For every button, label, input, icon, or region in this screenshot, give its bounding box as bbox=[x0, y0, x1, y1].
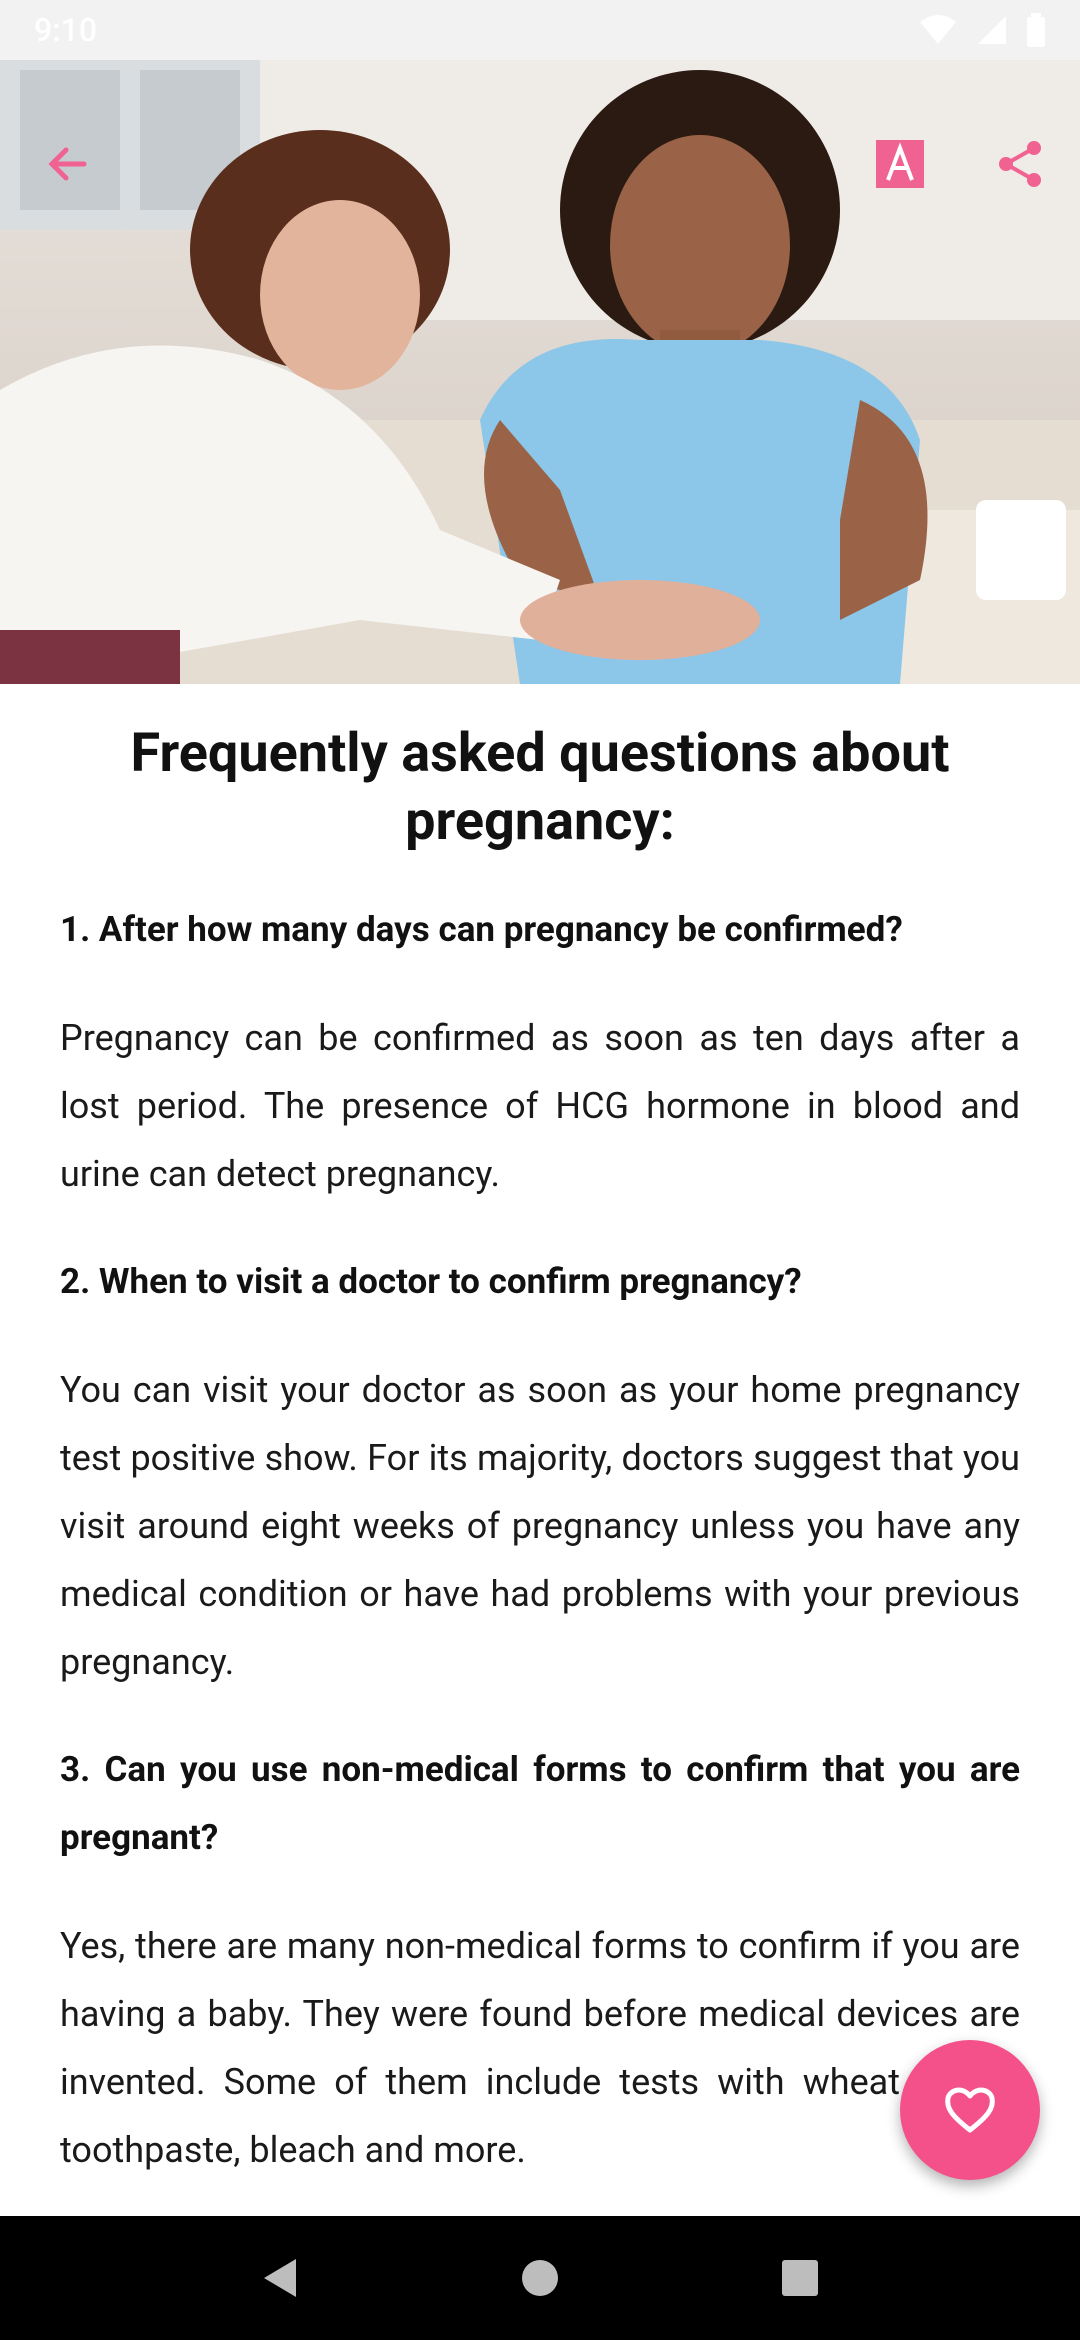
article-content: Frequently asked questions about pregnan… bbox=[60, 684, 1020, 2216]
share-button[interactable] bbox=[984, 128, 1056, 200]
question-1: 1. After how many days can pregnancy be … bbox=[60, 909, 903, 950]
favorite-button[interactable] bbox=[900, 2040, 1040, 2180]
nav-home-button[interactable] bbox=[510, 2248, 570, 2308]
wifi-icon bbox=[920, 15, 956, 44]
hero-image bbox=[0, 60, 1080, 684]
battery-icon bbox=[1027, 13, 1045, 47]
question-3: 3. Can you use non-medical forms to conf… bbox=[60, 1749, 1020, 1858]
article-title: Frequently asked questions about pregnan… bbox=[130, 722, 950, 853]
status-time: 9:10 bbox=[34, 11, 97, 49]
answer-1: Pregnancy can be confirmed as soon as te… bbox=[60, 1017, 1020, 1195]
back-triangle-icon bbox=[264, 2259, 296, 2297]
back-button[interactable] bbox=[32, 128, 104, 200]
answer-2: You can visit your doctor as soon as you… bbox=[60, 1369, 1020, 1683]
recents-square-icon bbox=[782, 2260, 818, 2296]
status-bar: 9:10 bbox=[0, 0, 1080, 60]
back-arrow-icon bbox=[48, 147, 87, 181]
home-circle-icon bbox=[522, 2260, 558, 2296]
status-icons bbox=[918, 13, 1046, 47]
nav-back-button[interactable] bbox=[250, 2248, 310, 2308]
heart-outline-icon bbox=[945, 2087, 995, 2133]
navigation-bar bbox=[0, 2216, 1080, 2340]
font-size-icon bbox=[876, 140, 924, 188]
answer-3: Yes, there are many non-medical forms to… bbox=[60, 1925, 1020, 2171]
question-2: 2. When to visit a doctor to confirm pre… bbox=[60, 1261, 802, 1302]
font-size-button[interactable] bbox=[864, 128, 936, 200]
share-icon bbox=[999, 141, 1041, 187]
nav-recents-button[interactable] bbox=[770, 2248, 830, 2308]
signal-icon bbox=[978, 16, 1006, 44]
